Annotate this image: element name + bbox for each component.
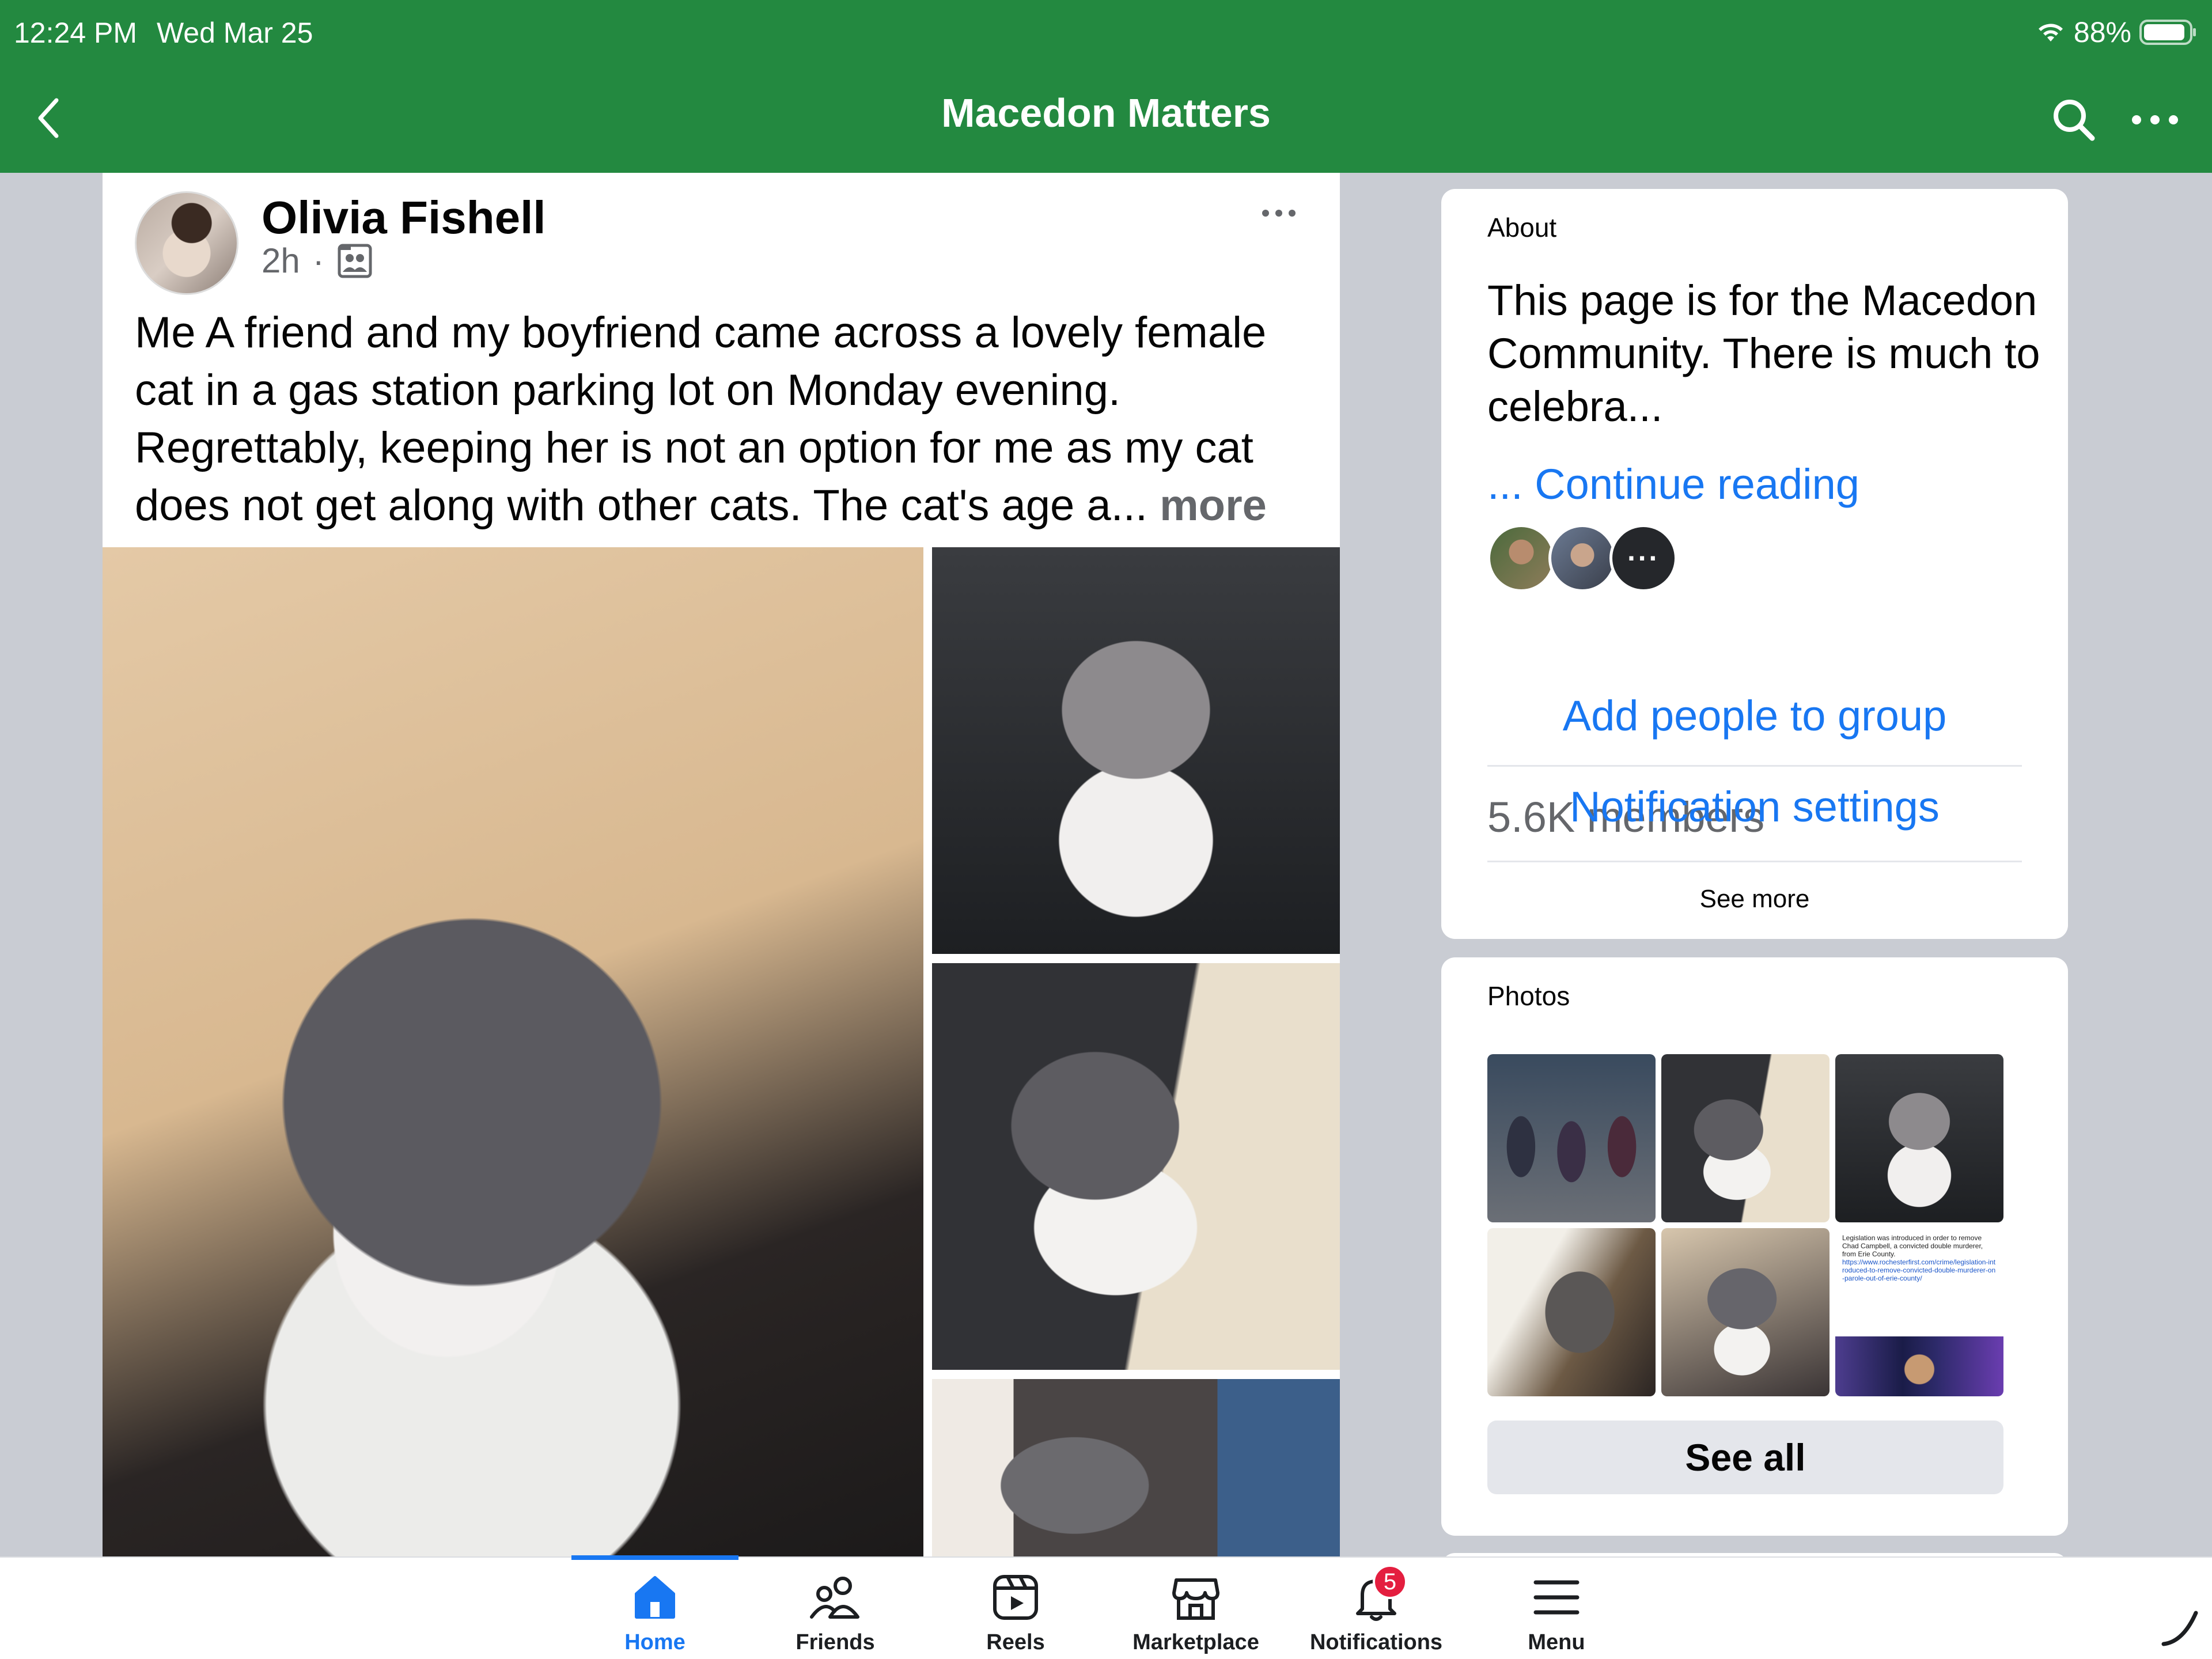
member-avatar [1487, 524, 1555, 592]
tab-label: Marketplace [1132, 1630, 1259, 1654]
add-people-link[interactable]: Add people to group [1487, 691, 2022, 740]
photo-thumbnail[interactable] [1661, 1054, 1830, 1222]
search-icon [2054, 100, 2095, 141]
notification-settings-link[interactable]: Notification settings [1487, 782, 2022, 831]
more-members-avatar: ··· [1609, 524, 1677, 592]
tab-label: Menu [1528, 1630, 1585, 1654]
status-date: Wed Mar 25 [157, 17, 313, 49]
about-see-more-button[interactable]: See more [1487, 885, 2022, 914]
hamburger-menu-icon [1529, 1571, 1584, 1623]
battery-percent: 88% [2073, 16, 2131, 48]
member-avatars[interactable]: ··· [1487, 524, 1677, 592]
member-avatar [1548, 524, 1616, 592]
search-button[interactable] [2046, 92, 2101, 147]
continue-reading-link[interactable]: ... Continue reading [1487, 460, 1859, 509]
post-card: Olivia Fishell 2h · Me A friend and my b… [103, 173, 1340, 1556]
post-time[interactable]: 2h [262, 241, 300, 281]
post-photo-3[interactable] [932, 963, 1340, 1370]
more-options-button[interactable] [2123, 92, 2187, 147]
about-card: About This page is for the Macedon Commu… [1441, 189, 2068, 939]
tab-friends[interactable]: Friends [752, 1571, 919, 1658]
tab-label: Reels [986, 1630, 1045, 1654]
status-time: 12:24 PM Wed Mar 25 [14, 16, 313, 50]
photo-thumbnail[interactable] [1661, 1228, 1830, 1396]
post-text: Me A friend and my boyfriend came across… [135, 304, 1321, 535]
tab-label: Notifications [1309, 1630, 1443, 1654]
post-photo-main[interactable] [103, 547, 923, 1556]
post-photo-4[interactable] [932, 1379, 1340, 1556]
photo-grid: Legislation was introduced in order to r… [1487, 1054, 2003, 1397]
thumbnail-url: https://www.rochesterfirst.com/crime/leg… [1842, 1258, 1996, 1282]
about-heading: About [1487, 213, 1557, 243]
status-clock: 12:24 PM [14, 17, 138, 49]
tab-marketplace[interactable]: Marketplace [1112, 1571, 1279, 1658]
divider [1487, 861, 2022, 862]
tab-label: Friends [796, 1630, 875, 1654]
post-options-button[interactable] [1250, 196, 1308, 230]
about-description: This page is for the Macedon Community. … [1487, 276, 2040, 430]
home-indicator-icon [2161, 1611, 2198, 1646]
photo-thumbnail[interactable] [1835, 1054, 2003, 1222]
friends-icon [808, 1571, 863, 1623]
author-name[interactable]: Olivia Fishell [262, 191, 546, 244]
thumbnail-caption: Legislation was introduced in order to r… [1842, 1234, 1983, 1258]
photo-thumbnail[interactable] [1487, 1054, 1656, 1222]
notification-badge: 5 [1373, 1565, 1407, 1599]
wifi-icon [2036, 21, 2066, 44]
reels-icon [988, 1571, 1043, 1623]
photos-heading: Photos [1487, 981, 1570, 1011]
page-title: Macedon Matters [941, 90, 1271, 135]
more-horizontal-icon [2132, 115, 2178, 124]
photo-thumbnail[interactable] [1487, 1228, 1656, 1396]
active-tab-indicator [571, 1555, 738, 1560]
tab-menu[interactable]: Menu [1473, 1571, 1640, 1658]
top-bar: 12:24 PM Wed Mar 25 88% Macedon Matters [0, 0, 2212, 173]
post-meta: 2h · [262, 241, 373, 281]
tab-reels[interactable]: Reels [932, 1571, 1099, 1658]
tab-notifications[interactable]: 5 Notifications [1293, 1565, 1460, 1658]
members-group-icon [338, 244, 372, 278]
marketplace-icon [1168, 1571, 1224, 1623]
more-horizontal-icon [1262, 210, 1296, 217]
divider [1487, 765, 2022, 767]
battery-icon [2139, 18, 2197, 46]
bell-icon: 5 [1349, 1565, 1407, 1623]
home-icon [627, 1571, 683, 1623]
thumbnail-mugshot-image [1835, 1336, 2003, 1396]
post-body: Me A friend and my boyfriend came across… [135, 308, 1267, 530]
tab-label: Home [624, 1630, 685, 1654]
post-photo-2[interactable] [932, 547, 1340, 954]
meta-separator: · [312, 241, 324, 280]
photos-card: Photos Legislation was introduced in ord… [1441, 957, 2068, 1536]
author-avatar[interactable] [135, 191, 238, 295]
see-more-link[interactable]: more [1160, 481, 1267, 530]
status-indicators: 88% [2036, 14, 2197, 51]
tab-home[interactable]: Home [571, 1571, 738, 1658]
see-all-photos-button[interactable]: See all [1487, 1421, 2003, 1494]
bottom-tab-bar: Home Friends Reels Marketplace 5 Notific… [0, 1555, 2212, 1659]
photo-thumbnail[interactable]: Legislation was introduced in order to r… [1835, 1228, 2003, 1396]
